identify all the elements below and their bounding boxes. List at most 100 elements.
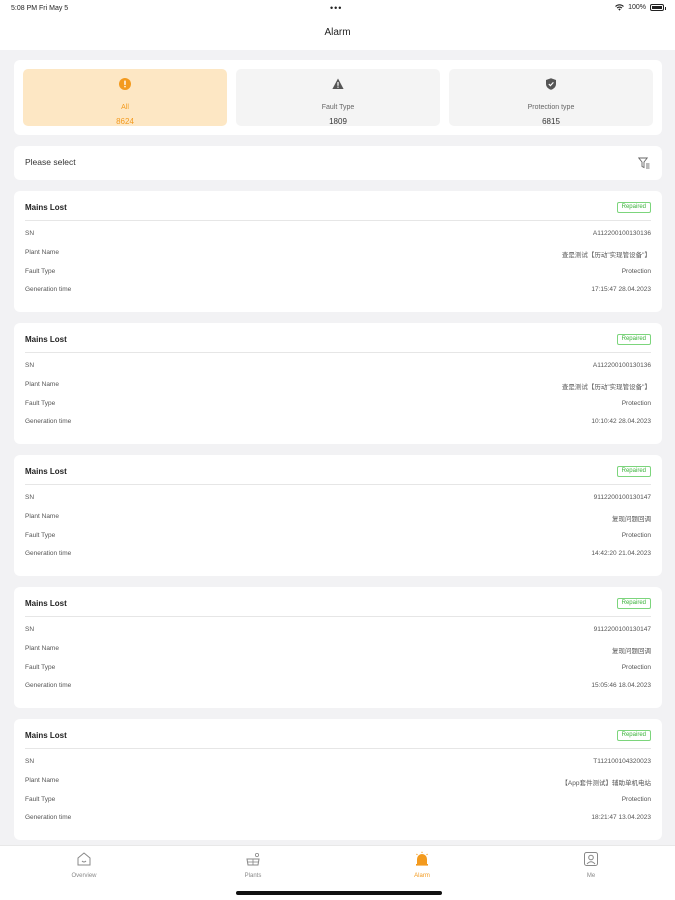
- field-value: 18:21:47 13.04.2023: [591, 814, 651, 821]
- field-label: Fault Type: [25, 532, 56, 539]
- stat-count: 1809: [329, 117, 347, 126]
- tab-plants[interactable]: Plants: [213, 851, 293, 879]
- field-value: A11220010013013​6: [592, 230, 651, 237]
- stat-all-button[interactable]: All 8624: [23, 69, 227, 126]
- alarm-card[interactable]: Mains Lost Repaired SN A11220010013013​6 …: [14, 323, 662, 444]
- alarm-card[interactable]: Mains Lost Repaired SN 911220010013014​7 …: [14, 587, 662, 708]
- field-value: 复现问题回调: [612, 516, 651, 523]
- field-value: 14:42:20 21.04.2023: [591, 550, 651, 557]
- field-label: Plant Name: [25, 645, 59, 652]
- alarm-row-sn: SN 911220010013014​7: [25, 494, 651, 504]
- tab-label: Plants: [244, 873, 262, 879]
- field-label: Generation time: [25, 550, 72, 557]
- field-value: 10:10:42 28.04.2023: [591, 418, 651, 425]
- tab-overview[interactable]: Overview: [44, 851, 124, 879]
- alarm-row-fault-type: Fault Type Protection: [25, 664, 651, 674]
- tab-label: Alarm: [414, 873, 430, 879]
- alarm-title: Mains Lost: [25, 203, 67, 212]
- field-label: Fault Type: [25, 664, 56, 671]
- alarm-row-plant-name: Plant Name 复现问题回调: [25, 513, 651, 523]
- alarm-row-plant-name: Plant Name 复现问题回调: [25, 645, 651, 655]
- home-indicator: [236, 891, 442, 895]
- tab-label: Me: [586, 873, 596, 879]
- field-label: SN: [25, 494, 35, 501]
- field-label: Fault Type: [25, 400, 56, 407]
- filter-select[interactable]: Please select: [14, 146, 662, 180]
- divider: [25, 484, 651, 485]
- stat-label: Protection type: [527, 104, 575, 111]
- battery-percent: 100%: [628, 4, 646, 11]
- alarm-title: Mains Lost: [25, 599, 67, 608]
- battery-icon: [650, 4, 666, 11]
- stat-protection-type-button[interactable]: Protection type 6815: [449, 69, 653, 126]
- wifi-icon: [615, 4, 624, 11]
- alarm-row-generation-time: Generation time 18:21:47 13.04.2023: [25, 814, 651, 824]
- alarm-title: Mains Lost: [25, 467, 67, 476]
- stat-count: 6815: [542, 117, 560, 126]
- field-value: Protection: [621, 532, 651, 539]
- page-header: Alarm: [0, 18, 675, 50]
- page-title: Alarm: [324, 27, 351, 38]
- alarm-stats-card: All 8624 Fault Type 1809 Protection type…: [14, 60, 662, 135]
- status-badge: Repaired: [616, 202, 651, 213]
- alarm-row-plant-name: Plant Name 查是测试【历动"实现管设备"】: [25, 381, 651, 391]
- shield-icon: [546, 78, 556, 90]
- alarm-row-sn: SN A11220010013013​6: [25, 230, 651, 240]
- alarm-card[interactable]: Mains Lost Repaired SN 911220010013014​7 …: [14, 455, 662, 576]
- field-label: SN: [25, 230, 35, 237]
- field-value: A11220010013013​6: [592, 362, 651, 369]
- status-time: 5:08 PM Fri May 5: [11, 5, 69, 12]
- tab-alarm[interactable]: Alarm: [382, 851, 462, 879]
- solar-plant-icon: [246, 853, 260, 866]
- stat-label: All: [121, 104, 129, 111]
- warning-triangle-icon: [332, 78, 344, 89]
- divider: [25, 220, 651, 221]
- field-label: Generation time: [25, 814, 72, 821]
- alarm-row-sn: SN 911220010013014​7: [25, 626, 651, 636]
- divider: [25, 616, 651, 617]
- alarm-row-fault-type: Fault Type Protection: [25, 532, 651, 542]
- stat-fault-type-button[interactable]: Fault Type 1809: [236, 69, 440, 126]
- alarm-row-fault-type: Fault Type Protection: [25, 400, 651, 410]
- field-label: Generation time: [25, 682, 72, 689]
- field-value: 17:15:47 28.04.2023: [591, 286, 651, 293]
- divider: [25, 748, 651, 749]
- multitasking-dots[interactable]: •••: [330, 3, 342, 13]
- field-label: SN: [25, 626, 35, 633]
- status-bar: 5:08 PM Fri May 5 ••• 100%: [0, 0, 675, 18]
- field-label: Fault Type: [25, 268, 56, 275]
- stat-count: 8624: [116, 117, 134, 126]
- field-value: Protection: [621, 268, 651, 275]
- field-label: SN: [25, 362, 35, 369]
- alarm-row-fault-type: Fault Type Protection: [25, 796, 651, 806]
- field-value: Protection: [621, 400, 651, 407]
- alarm-row-plant-name: Plant Name 【App套件测试】辅助单机电站: [25, 777, 651, 787]
- field-label: SN: [25, 758, 35, 765]
- alarm-row-generation-time: Generation time 10:10:42 28.04.2023: [25, 418, 651, 428]
- status-badge: Repaired: [616, 334, 651, 345]
- alarm-card[interactable]: Mains Lost Repaired SN T11210010432002​3 …: [14, 719, 662, 840]
- filter-icon[interactable]: [638, 157, 650, 169]
- field-value: Protection: [621, 664, 651, 671]
- user-icon: [584, 852, 598, 866]
- alarm-row-sn: SN A11220010013013​6: [25, 362, 651, 372]
- field-label: Plant Name: [25, 777, 59, 784]
- field-label: Plant Name: [25, 513, 59, 520]
- field-value: 15:05:46 18.04.2023: [591, 682, 651, 689]
- alarm-title: Mains Lost: [25, 335, 67, 344]
- alarm-row-sn: SN T11210010432002​3: [25, 758, 651, 768]
- bell-icon: [416, 851, 428, 866]
- tab-me[interactable]: Me: [551, 851, 631, 879]
- alert-circle-icon: [119, 78, 131, 90]
- field-value: 【App套件测试】辅助单机电站: [561, 780, 651, 787]
- alarm-card[interactable]: Mains Lost Repaired SN A11220010013013​6 …: [14, 191, 662, 312]
- status-right: 100%: [615, 4, 666, 11]
- field-value: 查是测试【历动"实现管设备"】: [561, 252, 651, 259]
- divider: [25, 352, 651, 353]
- field-value: 911220010013014​7: [593, 626, 651, 633]
- field-label: Generation time: [25, 418, 72, 425]
- status-badge: Repaired: [616, 598, 651, 609]
- status-badge: Repaired: [616, 730, 651, 741]
- filter-placeholder: Please select: [25, 157, 76, 167]
- alarm-row-generation-time: Generation time 17:15:47 28.04.2023: [25, 286, 651, 296]
